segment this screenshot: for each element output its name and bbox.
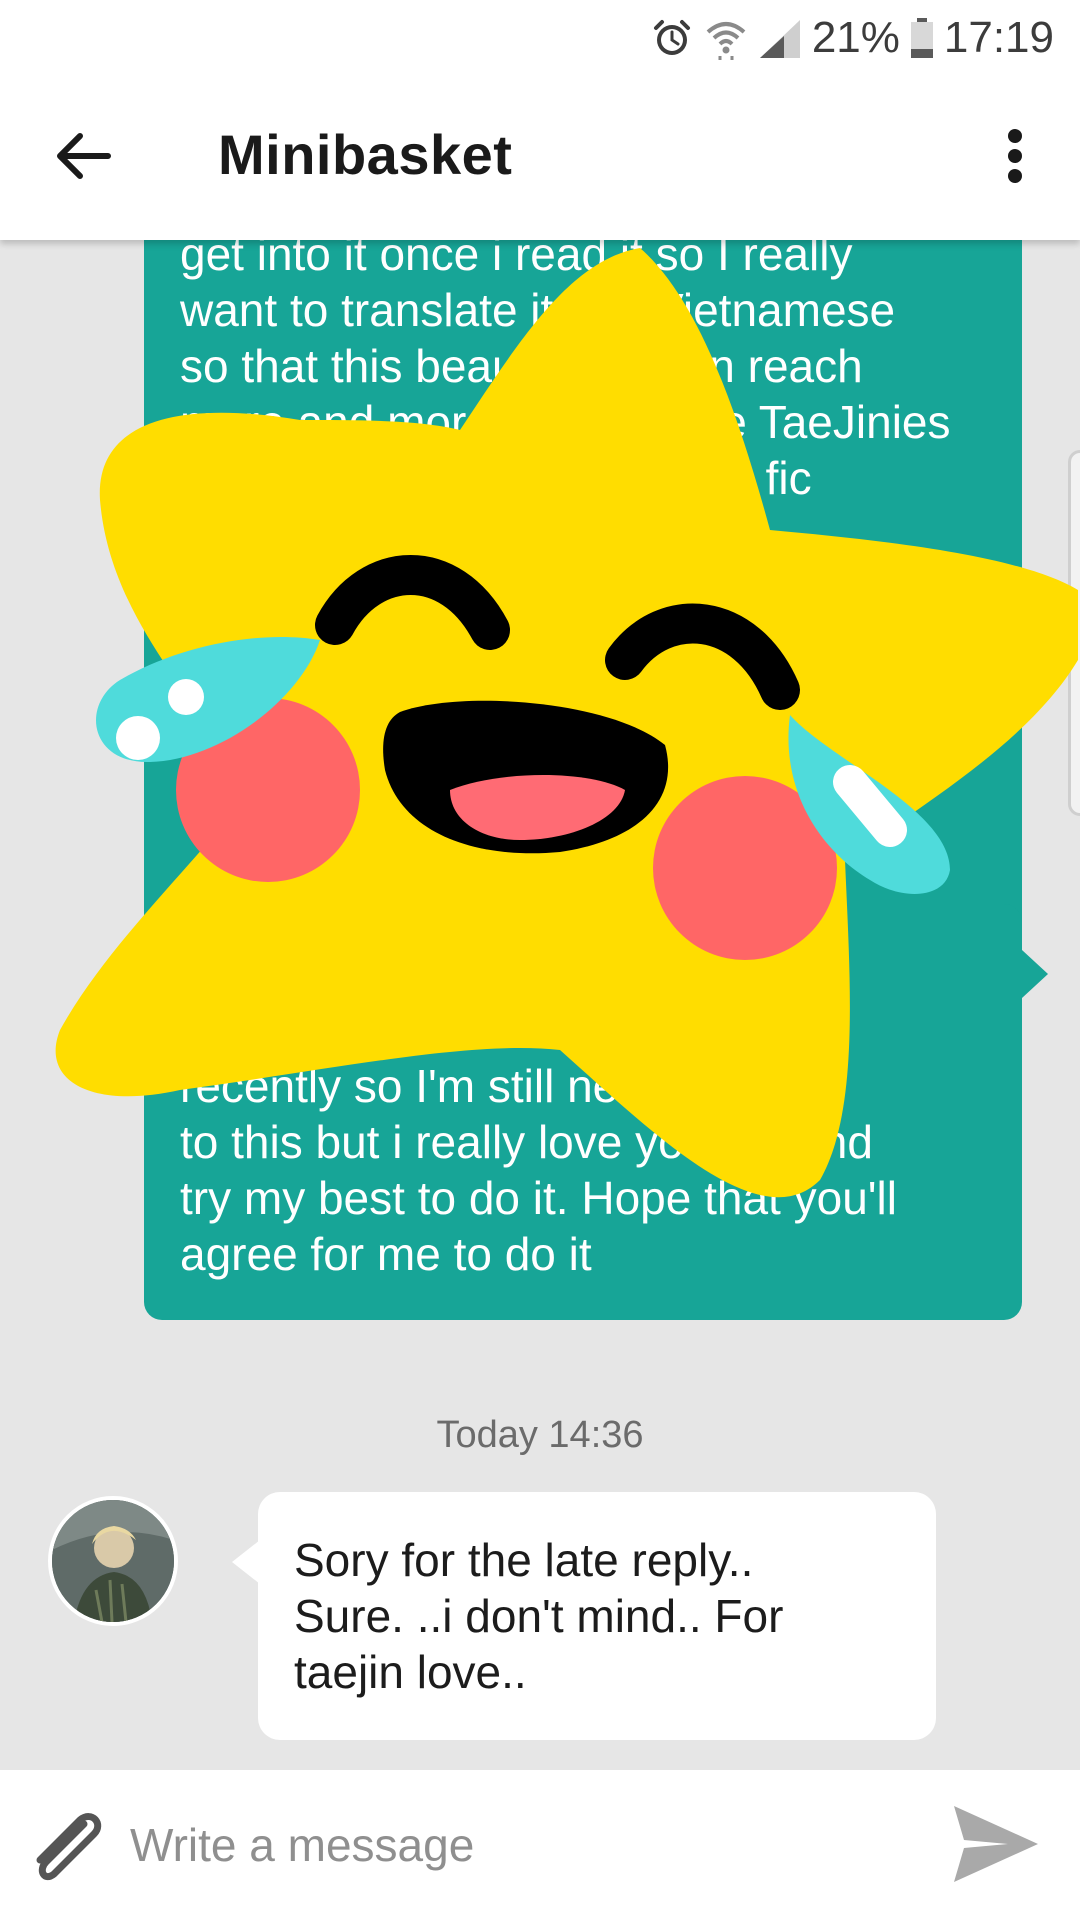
- incoming-message[interactable]: Sory for the late reply.. Sure. ..i don'…: [258, 1492, 936, 1740]
- message-line: want to translate it into Vietnamese: [180, 284, 896, 336]
- app-bar: Minibasket: [0, 78, 1080, 240]
- paperclip-icon[interactable]: [22, 1802, 112, 1892]
- message-timestamp: Today 14:36: [436, 1414, 644, 1456]
- message-line: so that this beautiful fic can reach: [180, 340, 863, 392]
- message-line: to this but i really love your fic and: [180, 1116, 873, 1168]
- message-line: try my best to do it. Hope that you'll: [180, 1172, 897, 1224]
- bubble-tail: [1022, 950, 1048, 998]
- avatar[interactable]: [48, 1496, 178, 1626]
- status-icons: 21% 17:19: [650, 10, 1054, 66]
- message-composer: [0, 1770, 1080, 1920]
- alarm-icon: [653, 20, 690, 55]
- send-icon[interactable]: [948, 1796, 1044, 1892]
- status-bar: 21% 17:19: [0, 0, 1080, 78]
- message-line: more and more Vietnamese TaeJinies: [180, 396, 951, 448]
- back-button[interactable]: [44, 116, 124, 196]
- message-line: recently so I'm still new to this: [180, 1060, 787, 1112]
- battery-icon: [910, 18, 933, 58]
- signal-icon: [759, 20, 800, 58]
- message-line: taejin love..: [294, 1646, 527, 1698]
- message-line: decided to translate this fic: [180, 1004, 725, 1056]
- page-title: Minibasket: [218, 123, 513, 186]
- more-vertical-icon: [1008, 129, 1022, 183]
- outgoing-message[interactable]: in decided to translate this fic recentl…: [144, 904, 1022, 1320]
- chat-screen: 21% 17:19 Minibasket get into it once i …: [0, 0, 1080, 1920]
- bubble-tail: [232, 1540, 260, 1584]
- message-line: agree for me to do it: [180, 1228, 592, 1280]
- avatar-image: [52, 1500, 174, 1622]
- message-line: get into it once i read it so I really: [180, 240, 853, 280]
- message-line: in: [180, 948, 216, 1000]
- arrow-left-icon: [57, 133, 111, 179]
- wifi-icon: [706, 22, 746, 60]
- message-input[interactable]: [128, 1796, 932, 1894]
- scroll-handle[interactable]: [1068, 450, 1080, 816]
- message-line: Sure. ..i don't mind.. For: [294, 1590, 784, 1642]
- message-line: Sory for the late reply..: [294, 1534, 754, 1586]
- message-line: and everyone can enjoy this fic: [180, 452, 812, 504]
- more-options-button[interactable]: [980, 116, 1050, 196]
- message-list[interactable]: get into it once i read it so I really w…: [0, 240, 1080, 1770]
- battery-percent: 21%: [811, 13, 900, 62]
- clock: 17:19: [943, 13, 1054, 62]
